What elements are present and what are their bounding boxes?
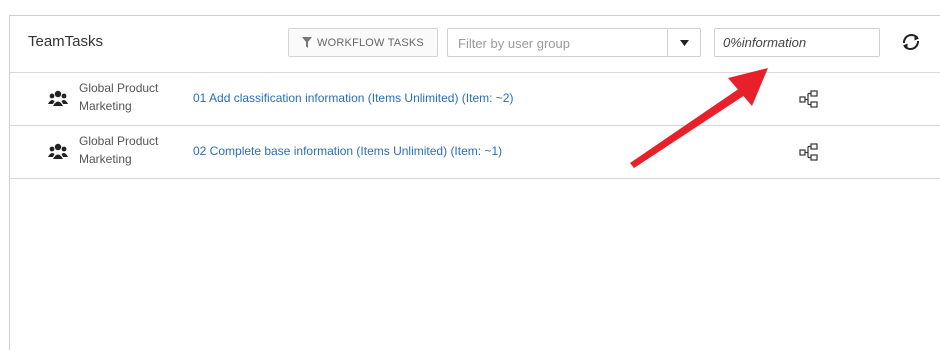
panel-header: TeamTasks WORKFLOW TASKS Filter by user … [10,16,940,73]
caret-down-icon [679,39,689,46]
workflow-tasks-button[interactable]: WORKFLOW TASKS [288,28,438,57]
workflow-tasks-label: WORKFLOW TASKS [317,36,424,49]
task-search-input[interactable] [714,28,880,57]
funnel-icon [302,37,313,48]
panel-title: TeamTasks [28,33,104,50]
workflow-diagram-icon[interactable] [799,142,819,162]
users-group-icon [48,143,68,159]
user-group-name: Global Product Marketing [79,81,159,113]
task-row: Global Product Marketing 01 Add classifi… [10,73,940,126]
user-group-dropdown-toggle[interactable] [667,29,700,56]
workflow-diagram-icon[interactable] [799,89,819,109]
team-tasks-panel: TeamTasks WORKFLOW TASKS Filter by user … [9,15,940,350]
task-link[interactable]: 01 Add classification information (Items… [193,91,513,105]
task-row: Global Product Marketing 02 Complete bas… [10,126,940,179]
user-group-filter-placeholder: Filter by user group [458,36,570,51]
user-group-filter[interactable]: Filter by user group [447,28,701,57]
user-group-name: Global Product Marketing [79,134,159,166]
refresh-icon[interactable] [899,30,923,54]
task-link[interactable]: 02 Complete base information (Items Unli… [193,144,502,158]
users-group-icon [48,90,68,106]
